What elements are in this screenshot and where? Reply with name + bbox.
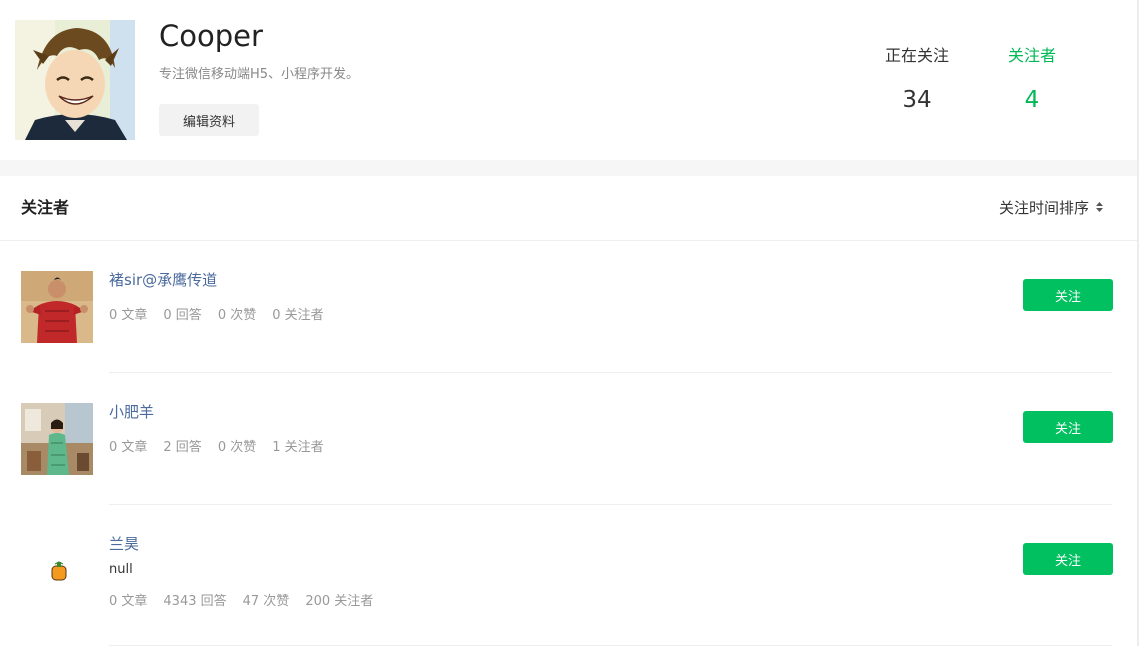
answer-count: 4343 回答 bbox=[163, 594, 227, 609]
follower-count: 1 关注者 bbox=[272, 440, 324, 455]
article-count: 0 文章 bbox=[109, 594, 148, 609]
user-stats: 0 文章 2 回答 0 次赞 1 关注者 bbox=[109, 439, 340, 457]
following-count: 34 bbox=[902, 87, 932, 113]
profile-bio: 专注微信移动端H5、小程序开发。 bbox=[159, 67, 360, 82]
followers-panel: 关注者 关注时间排序 褚sir@承鹰传道 0 文章 0 回答 0 次赞 0 关注… bbox=[0, 176, 1137, 646]
page: Cooper 专注微信移动端H5、小程序开发。 编辑资料 正在关注 34 关注者… bbox=[0, 0, 1139, 646]
follower-count: 0 关注者 bbox=[272, 308, 324, 323]
user-stats: 0 文章 4343 回答 47 次赞 200 关注者 bbox=[109, 593, 389, 611]
user-bio: null bbox=[109, 562, 133, 577]
user-avatar[interactable] bbox=[21, 271, 93, 343]
answer-count: 2 回答 bbox=[163, 440, 202, 455]
follow-button[interactable]: 关注 bbox=[1023, 411, 1113, 443]
article-count: 0 文章 bbox=[109, 308, 148, 323]
list-item: 褚sir@承鹰传道 0 文章 0 回答 0 次赞 0 关注者 关注 bbox=[0, 241, 1137, 373]
followers-label: 关注者 bbox=[1007, 46, 1056, 65]
answer-count: 0 回答 bbox=[163, 308, 202, 323]
user-name[interactable]: 褚sir@承鹰传道 bbox=[109, 270, 217, 290]
following-label: 正在关注 bbox=[884, 46, 949, 65]
follow-button[interactable]: 关注 bbox=[1023, 543, 1113, 575]
user-avatar[interactable] bbox=[21, 403, 93, 475]
follower-count: 200 关注者 bbox=[305, 594, 374, 609]
like-count: 0 次赞 bbox=[217, 308, 257, 323]
panel-header: 关注者 关注时间排序 bbox=[0, 176, 1137, 241]
sort-arrows-icon bbox=[1095, 198, 1105, 218]
sort-label: 关注时间排序 bbox=[999, 199, 1090, 217]
user-name[interactable]: 小肥羊 bbox=[109, 402, 154, 422]
followers-count: 4 bbox=[1024, 87, 1040, 113]
like-count: 0 次赞 bbox=[217, 440, 257, 455]
panel-title: 关注者 bbox=[21, 198, 70, 217]
sort-dropdown[interactable]: 关注时间排序 bbox=[999, 198, 1105, 219]
profile-avatar bbox=[15, 20, 135, 140]
user-stats: 0 文章 0 回答 0 次赞 0 关注者 bbox=[109, 307, 340, 325]
follow-button[interactable]: 关注 bbox=[1023, 279, 1113, 311]
following-stat[interactable]: 正在关注 34 bbox=[867, 46, 967, 114]
profile-header: Cooper 专注微信移动端H5、小程序开发。 编辑资料 正在关注 34 关注者… bbox=[0, 0, 1137, 160]
user-avatar[interactable] bbox=[21, 535, 93, 607]
article-count: 0 文章 bbox=[109, 440, 148, 455]
user-name[interactable]: 兰昊 bbox=[109, 534, 139, 554]
section-divider bbox=[0, 160, 1137, 176]
like-count: 47 次赞 bbox=[242, 594, 290, 609]
edit-profile-button[interactable]: 编辑资料 bbox=[159, 104, 259, 136]
list-item: 兰昊 null 0 文章 4343 回答 47 次赞 200 关注者 关注 bbox=[0, 505, 1137, 646]
profile-name: Cooper bbox=[159, 19, 263, 53]
list-item: 小肥羊 0 文章 2 回答 0 次赞 1 关注者 关注 bbox=[0, 373, 1137, 505]
followers-stat[interactable]: 关注者 4 bbox=[982, 46, 1082, 114]
